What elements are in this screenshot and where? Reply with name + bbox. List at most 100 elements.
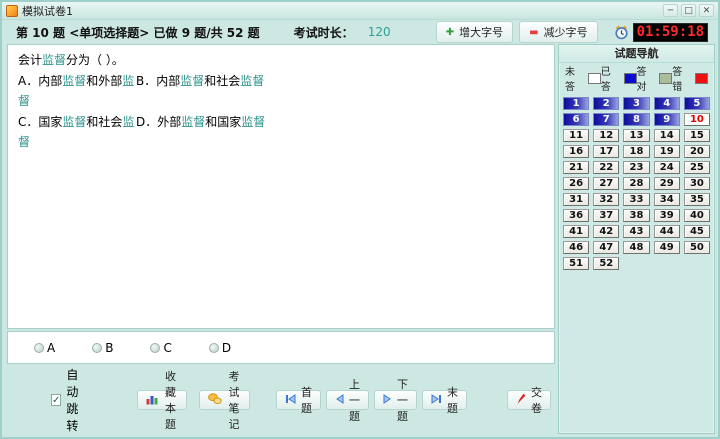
nav-question-16[interactable]: 16 bbox=[563, 145, 589, 158]
submit-paper-button[interactable]: 交卷 bbox=[507, 390, 551, 410]
nav-question-28[interactable]: 28 bbox=[623, 177, 649, 190]
nav-question-45[interactable]: 45 bbox=[684, 225, 710, 238]
nav-question-8[interactable]: 8 bbox=[623, 113, 649, 126]
nav-question-2[interactable]: 2 bbox=[593, 97, 619, 110]
answer-radio-C[interactable]: C bbox=[150, 341, 171, 355]
question-option: D．外部监督和国家监督 bbox=[136, 113, 544, 153]
nav-question-27[interactable]: 27 bbox=[593, 177, 619, 190]
nav-question-47[interactable]: 47 bbox=[593, 241, 619, 254]
arrow-left-icon bbox=[335, 394, 344, 407]
nav-question-3[interactable]: 3 bbox=[623, 97, 649, 110]
window-title: 模拟试卷1 bbox=[22, 3, 73, 19]
nav-question-22[interactable]: 22 bbox=[593, 161, 619, 174]
nav-question-51[interactable]: 51 bbox=[563, 257, 589, 270]
answer-label: C bbox=[163, 341, 171, 355]
maximize-icon[interactable]: □ bbox=[681, 4, 696, 17]
option-segment: 监督 bbox=[181, 115, 205, 129]
nav-question-24[interactable]: 24 bbox=[654, 161, 680, 174]
duration-label: 考试时长： bbox=[294, 24, 354, 41]
answer-radio-B[interactable]: B bbox=[92, 341, 113, 355]
nav-question-26[interactable]: 26 bbox=[563, 177, 589, 190]
nav-question-41[interactable]: 41 bbox=[563, 225, 589, 238]
nav-question-36[interactable]: 36 bbox=[563, 209, 589, 222]
content-area: 会计监督分为（ ）。 A．内部监督和外部监督B．内部监督和社会监督C．国家监督和… bbox=[2, 44, 718, 437]
exam-timer: 01:59:18 bbox=[633, 23, 708, 42]
nav-question-25[interactable]: 25 bbox=[684, 161, 710, 174]
question-progress: 第 10 题 <单项选择题> 已做 9 题/共 52 题 bbox=[16, 24, 260, 41]
first-label: 首题 bbox=[301, 384, 312, 416]
auto-jump-checkbox[interactable]: ✓ 自动跳转 bbox=[51, 366, 85, 434]
nav-question-19[interactable]: 19 bbox=[654, 145, 680, 158]
nav-question-23[interactable]: 23 bbox=[623, 161, 649, 174]
notes-label: 考试笔记 bbox=[227, 368, 241, 432]
nav-question-32[interactable]: 32 bbox=[593, 193, 619, 206]
nav-question-37[interactable]: 37 bbox=[593, 209, 619, 222]
nav-question-11[interactable]: 11 bbox=[563, 129, 589, 142]
radio-icon bbox=[34, 343, 44, 353]
favorite-label: 收藏本题 bbox=[163, 368, 178, 432]
nav-question-42[interactable]: 42 bbox=[593, 225, 619, 238]
question-option: A．内部监督和外部监督 bbox=[18, 72, 136, 112]
radio-icon bbox=[209, 343, 219, 353]
option-segment: 监督 bbox=[240, 74, 264, 88]
exam-notes-button[interactable]: 考试笔记 bbox=[199, 390, 250, 410]
legend-label: 已答 bbox=[601, 63, 621, 93]
decrease-font-button[interactable]: ▬ 减少字号 bbox=[519, 21, 597, 43]
nav-question-13[interactable]: 13 bbox=[623, 129, 649, 142]
window-controls: ─ □ ✕ bbox=[663, 4, 714, 17]
nav-question-38[interactable]: 38 bbox=[623, 209, 649, 222]
minimize-icon[interactable]: ─ bbox=[663, 4, 678, 17]
nav-question-18[interactable]: 18 bbox=[623, 145, 649, 158]
nav-question-50[interactable]: 50 bbox=[684, 241, 710, 254]
nav-question-9[interactable]: 9 bbox=[654, 113, 680, 126]
question-stem: 会计监督分为（ ）。 bbox=[18, 51, 544, 71]
nav-question-21[interactable]: 21 bbox=[563, 161, 589, 174]
answer-radio-D[interactable]: D bbox=[209, 341, 231, 355]
option-segment: 监督 bbox=[180, 74, 204, 88]
nav-question-35[interactable]: 35 bbox=[684, 193, 710, 206]
nav-question-6[interactable]: 6 bbox=[563, 113, 589, 126]
nav-question-17[interactable]: 17 bbox=[593, 145, 619, 158]
nav-question-15[interactable]: 15 bbox=[684, 129, 710, 142]
option-segment: 内部 bbox=[156, 74, 180, 88]
stem-segment: 会计 bbox=[18, 53, 42, 67]
question-navigator: 试题导航 未答已答答对答错 12345678910111213141516171… bbox=[558, 44, 715, 434]
favorite-icon bbox=[146, 393, 158, 408]
nav-legend: 未答已答答对答错 bbox=[559, 63, 714, 93]
nav-question-43[interactable]: 43 bbox=[623, 225, 649, 238]
nav-question-49[interactable]: 49 bbox=[654, 241, 680, 254]
nav-question-14[interactable]: 14 bbox=[654, 129, 680, 142]
nav-question-34[interactable]: 34 bbox=[654, 193, 680, 206]
nav-question-1[interactable]: 1 bbox=[563, 97, 589, 110]
nav-question-30[interactable]: 30 bbox=[684, 177, 710, 190]
legend-item: 未答 bbox=[565, 63, 601, 93]
nav-grid: 1234567891011121314151617181920212223242… bbox=[559, 93, 714, 274]
nav-question-48[interactable]: 48 bbox=[623, 241, 649, 254]
nav-question-10[interactable]: 10 bbox=[684, 113, 710, 126]
first-question-button[interactable]: 首题 bbox=[276, 390, 321, 410]
previous-question-button[interactable]: 上一题 bbox=[326, 390, 369, 410]
duration-value: 120 bbox=[368, 25, 391, 39]
next-question-button[interactable]: 下一题 bbox=[374, 390, 417, 410]
nav-question-39[interactable]: 39 bbox=[654, 209, 680, 222]
nav-question-5[interactable]: 5 bbox=[684, 97, 710, 110]
nav-question-12[interactable]: 12 bbox=[593, 129, 619, 142]
navigator-title: 试题导航 bbox=[559, 45, 714, 63]
nav-question-44[interactable]: 44 bbox=[654, 225, 680, 238]
bottom-toolbar: ✓ 自动跳转 收藏本题 bbox=[7, 366, 555, 434]
last-question-button[interactable]: 末题 bbox=[422, 390, 467, 410]
nav-question-33[interactable]: 33 bbox=[623, 193, 649, 206]
increase-font-button[interactable]: ✚ 增大字号 bbox=[436, 21, 513, 43]
legend-label: 答对 bbox=[637, 63, 657, 93]
nav-question-31[interactable]: 31 bbox=[563, 193, 589, 206]
nav-question-29[interactable]: 29 bbox=[654, 177, 680, 190]
nav-question-40[interactable]: 40 bbox=[684, 209, 710, 222]
nav-question-52[interactable]: 52 bbox=[593, 257, 619, 270]
answer-radio-A[interactable]: A bbox=[34, 341, 55, 355]
nav-question-46[interactable]: 46 bbox=[563, 241, 589, 254]
nav-question-7[interactable]: 7 bbox=[593, 113, 619, 126]
nav-question-4[interactable]: 4 bbox=[654, 97, 680, 110]
close-icon[interactable]: ✕ bbox=[699, 4, 714, 17]
favorite-question-button[interactable]: 收藏本题 bbox=[137, 390, 187, 410]
nav-question-20[interactable]: 20 bbox=[684, 145, 710, 158]
